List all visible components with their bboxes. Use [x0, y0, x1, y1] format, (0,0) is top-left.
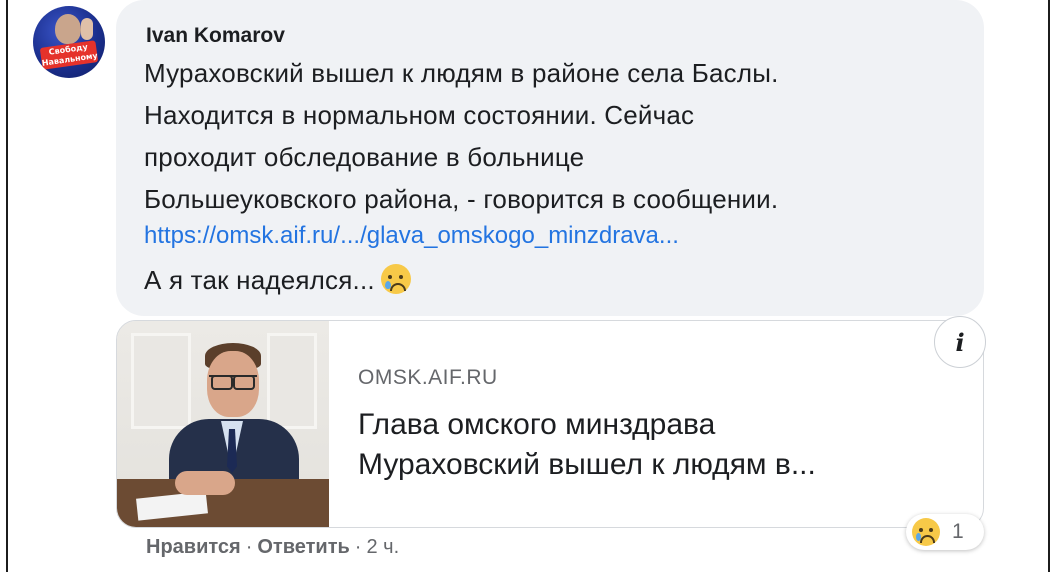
comment-text-line: Находится в нормальном состоянии. Сейчас — [144, 100, 695, 130]
avatar-hand — [81, 18, 93, 40]
comment-last-line: А я так надеялся... — [144, 264, 411, 296]
info-button[interactable]: i — [934, 316, 986, 368]
crying-face-icon — [380, 264, 411, 294]
info-icon: i — [955, 327, 965, 357]
link-preview-title-line: Мураховский вышел к людям в... — [358, 448, 816, 481]
link-preview-image — [117, 321, 329, 527]
action-separator: · — [245, 536, 253, 558]
like-button[interactable]: Нравится — [146, 536, 241, 558]
comment-link[interactable]: https://omsk.aif.ru/.../glava_omskogo_mi… — [144, 222, 679, 250]
comment-timestamp[interactable]: 2 ч. — [366, 536, 399, 558]
comment-text-line: Большеуковского района, - говорится в со… — [144, 184, 779, 214]
reply-button[interactable]: Ответить — [257, 536, 349, 558]
reaction-count: 1 — [952, 520, 964, 543]
avatar-badge: Свободу Навальному — [39, 40, 99, 70]
avatar[interactable]: Свободу Навальному — [33, 6, 105, 78]
comment-actions: Нравится · Ответить · 2 ч. — [146, 536, 399, 559]
link-preview-title-line: Глава омского минздрава — [358, 408, 716, 441]
comment-text-line: проходит обследование в больнице — [144, 142, 585, 172]
link-preview-source: OMSK.AIF.RU — [358, 366, 498, 389]
avatar-face — [55, 14, 81, 44]
right-frame-border — [1048, 0, 1050, 572]
comment-text-line: Мураховский вышел к людям в районе села … — [144, 58, 779, 88]
crying-face-icon — [912, 518, 940, 546]
left-frame-border — [6, 0, 8, 572]
comment-author[interactable]: Ivan Komarov — [146, 24, 285, 48]
comment-last-line-text: А я так надеялся... — [144, 265, 375, 295]
action-separator: · — [354, 536, 362, 558]
reaction-summary[interactable]: 1 — [906, 514, 984, 550]
